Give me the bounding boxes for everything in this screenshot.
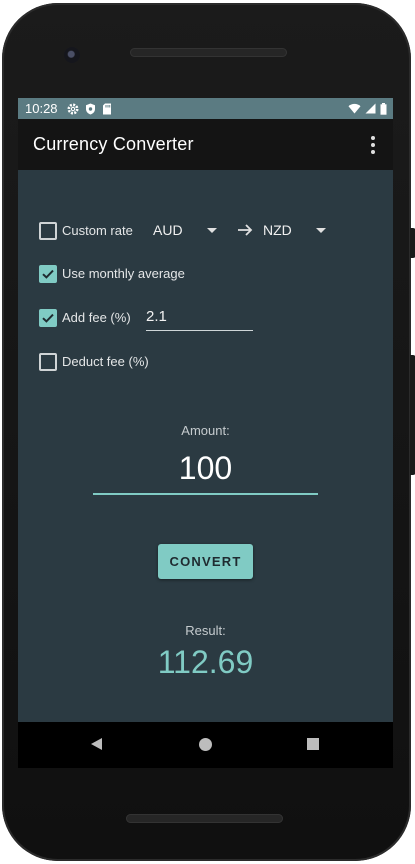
- converter-form: Custom rate AUD NZD Use monthly average …: [18, 170, 393, 722]
- battery-icon: [380, 102, 387, 115]
- add-fee-label: Add fee (%): [62, 310, 131, 325]
- amount-label: Amount:: [181, 423, 230, 438]
- deduct-fee-label: Deduct fee (%): [62, 354, 149, 369]
- result-label: Result:: [185, 623, 226, 638]
- arrow-right-icon: [238, 224, 253, 236]
- to-currency-dropdown-icon: [316, 228, 326, 233]
- navigation-bar: [18, 722, 393, 768]
- custom-rate-checkbox[interactable]: [39, 222, 57, 240]
- from-currency-value: AUD: [153, 222, 183, 238]
- signal-icon: [365, 103, 376, 114]
- front-camera: [64, 47, 80, 63]
- status-bar: 10:28: [18, 98, 393, 119]
- to-currency-value: NZD: [263, 222, 292, 238]
- sd-card-icon: [102, 103, 111, 114]
- volume-up-button: [410, 228, 415, 258]
- more-vert-icon[interactable]: [367, 135, 379, 155]
- from-currency-dropdown-icon: [207, 228, 217, 233]
- add-fee-checkbox[interactable]: [39, 309, 57, 327]
- shield-icon: [85, 103, 95, 114]
- use-monthly-average-checkbox[interactable]: [39, 265, 57, 283]
- home-icon[interactable]: [199, 738, 212, 751]
- deduct-fee-checkbox[interactable]: [39, 353, 57, 371]
- bottom-speaker: [126, 814, 283, 823]
- app-bar: Currency Converter: [18, 119, 393, 170]
- check-icon: [42, 313, 54, 323]
- use-monthly-average-label: Use monthly average: [62, 266, 185, 281]
- custom-rate-label: Custom rate: [62, 223, 133, 238]
- volume-button: [410, 355, 415, 475]
- check-icon: [42, 269, 54, 279]
- add-fee-input[interactable]: 2.1: [146, 308, 253, 331]
- amount-input[interactable]: 100: [93, 450, 318, 495]
- result-value: 112.69: [157, 644, 254, 680]
- recent-apps-icon[interactable]: [307, 738, 319, 750]
- wifi-icon: [348, 103, 361, 114]
- back-icon[interactable]: [91, 738, 102, 750]
- status-time: 10:28: [25, 101, 58, 116]
- screen: 10:28 Currency Converter Custom rate AUD…: [18, 98, 393, 722]
- convert-button[interactable]: CONVERT: [158, 544, 253, 579]
- earpiece-speaker: [130, 48, 287, 57]
- app-title: Currency Converter: [33, 134, 194, 154]
- gear-icon: [67, 103, 79, 114]
